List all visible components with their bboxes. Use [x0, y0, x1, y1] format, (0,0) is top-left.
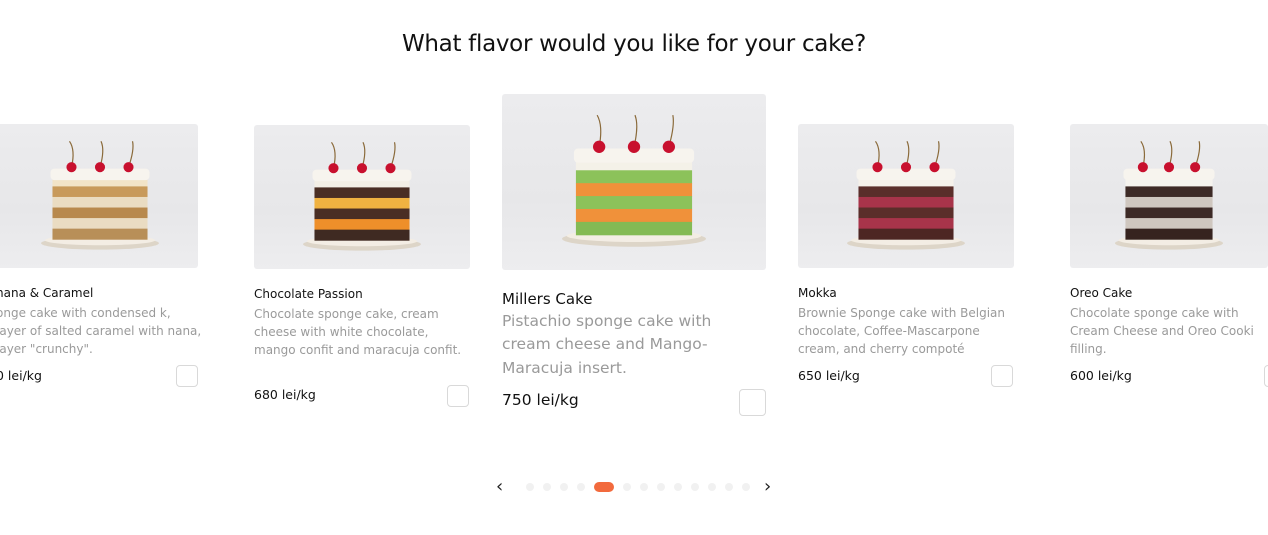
- cake-layer: [314, 197, 410, 210]
- cake-layer: [52, 207, 148, 219]
- cherry: [872, 162, 883, 173]
- pager-dot[interactable]: [657, 483, 665, 491]
- cake-illustration: [41, 140, 159, 250]
- pager-dot[interactable]: [742, 483, 750, 491]
- cake-photo: [254, 125, 470, 269]
- card-title: Chocolate Passion: [254, 287, 363, 301]
- carousel-pager: ‹ ›: [0, 478, 1268, 498]
- cherry: [592, 140, 606, 153]
- cake-layer: [858, 207, 954, 219]
- card-description: Brownie Sponge cake with Belgian chocola…: [798, 306, 1005, 356]
- card-price: 650 lei/kg: [798, 368, 860, 383]
- cake-layer: [1125, 218, 1213, 230]
- cake-layer: [52, 186, 148, 198]
- cherry: [123, 162, 134, 173]
- card-price: 680 lei/kg: [254, 387, 316, 402]
- card-title: Millers Cake: [502, 290, 593, 308]
- cherry: [1163, 162, 1175, 173]
- pager-dot[interactable]: [708, 483, 716, 491]
- cake-layer: [858, 218, 954, 230]
- select-checkbox[interactable]: [447, 385, 469, 407]
- pager-dot[interactable]: [640, 483, 648, 491]
- flavor-card-banana-caramel[interactable]: nana & Caramel onge cake with condensed …: [0, 124, 201, 387]
- cherry: [66, 162, 77, 173]
- pager-dot[interactable]: [577, 483, 585, 491]
- chevron-right-icon[interactable]: ›: [764, 478, 771, 496]
- cherry: [1137, 162, 1148, 173]
- card-title: Oreo Cake: [1070, 286, 1133, 300]
- card-description: onge cake with condensed k, layer of sal…: [0, 306, 202, 356]
- pager-dot[interactable]: [594, 482, 614, 492]
- card-title: Mokka: [798, 286, 837, 300]
- card-price: 750 lei/kg: [502, 391, 579, 409]
- cake-layer: [52, 228, 148, 240]
- card-price: 600 lei/kg: [1070, 368, 1132, 383]
- pager-dot[interactable]: [725, 483, 733, 491]
- cherry: [900, 162, 912, 173]
- cake-layer: [575, 170, 693, 184]
- cake-illustration: [847, 140, 965, 250]
- cherry: [627, 140, 641, 153]
- pager-dot[interactable]: [674, 483, 682, 491]
- flavor-card-millers-cake[interactable]: Millers Cake Pistachio sponge cake with …: [502, 94, 766, 416]
- select-checkbox[interactable]: [991, 365, 1013, 387]
- chevron-left-icon[interactable]: ‹: [496, 478, 503, 496]
- cake-layer: [314, 229, 410, 241]
- pager-dot[interactable]: [691, 483, 699, 491]
- cake-layer: [1125, 186, 1213, 198]
- cake-layer: [575, 196, 693, 210]
- flavor-card-mokka[interactable]: Mokka Brownie Sponge cake with Belgian c…: [798, 124, 1014, 387]
- cake-layer: [1125, 207, 1213, 219]
- cake-layer: [858, 196, 954, 209]
- select-checkbox[interactable]: [1264, 365, 1268, 387]
- cherry: [662, 140, 676, 153]
- cake-layer: [575, 221, 693, 236]
- cherry: [356, 163, 368, 174]
- page-title: What flavor would you like for your cake…: [401, 31, 867, 57]
- card-price: 0 lei/kg: [0, 368, 42, 383]
- cake-layer: [858, 228, 954, 240]
- cake-layer: [858, 186, 954, 198]
- cake-illustration: [303, 141, 421, 251]
- cake-layer: [314, 219, 410, 231]
- cake-illustration: [561, 114, 707, 247]
- cake-photo: [502, 94, 766, 270]
- pager-dot[interactable]: [526, 483, 534, 491]
- cherry: [385, 163, 396, 174]
- cake-layer: [314, 208, 410, 220]
- cake-layer: [575, 183, 693, 197]
- cake-photo: [798, 124, 1014, 268]
- cherry: [94, 162, 106, 173]
- pager-dot[interactable]: [623, 483, 631, 491]
- cake-layer: [52, 196, 148, 209]
- cake-illustration: [1114, 140, 1224, 250]
- card-description: Chocolate sponge cake, cream cheese with…: [254, 307, 462, 357]
- cherry: [1190, 162, 1201, 173]
- cake-layer: [1125, 196, 1213, 209]
- cake-layer: [575, 208, 693, 223]
- select-checkbox[interactable]: [176, 365, 198, 387]
- flavor-card-oreo[interactable]: Oreo Cake Chocolate sponge cake with Cre…: [1070, 124, 1268, 387]
- pager-dot[interactable]: [543, 483, 551, 491]
- cake-layer: [314, 187, 410, 199]
- cherry: [328, 163, 339, 174]
- cake-photo: [1070, 124, 1268, 268]
- cake-photo: [0, 124, 198, 268]
- pager-dot[interactable]: [560, 483, 568, 491]
- cake-layer: [52, 218, 148, 230]
- card-description: Chocolate sponge cake with Cream Cheese …: [1070, 306, 1254, 356]
- flavor-card-chocolate-passion[interactable]: Chocolate Passion Chocolate sponge cake,…: [254, 125, 470, 407]
- card-title: nana & Caramel: [0, 286, 94, 300]
- cherry: [929, 162, 940, 173]
- select-checkbox[interactable]: [739, 389, 766, 416]
- cake-layer: [1125, 228, 1213, 240]
- card-description: Pistachio sponge cake with cream cheese …: [502, 312, 712, 377]
